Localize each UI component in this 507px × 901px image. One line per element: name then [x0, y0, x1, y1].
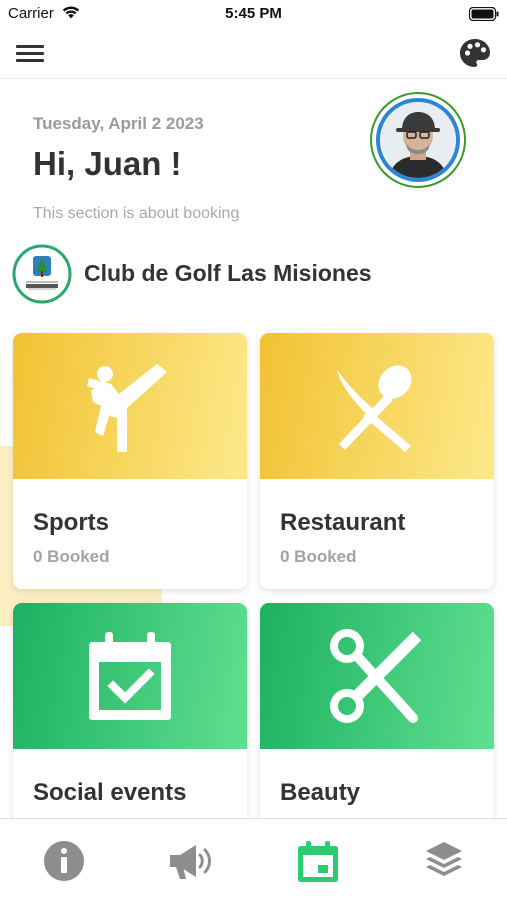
theme-button[interactable]: [459, 38, 491, 68]
sports-card-title: Sports: [33, 509, 110, 536]
info-icon: [44, 841, 84, 881]
tab-announcements[interactable]: [168, 839, 212, 883]
restaurant-card[interactable]: Restaurant 0 Booked: [260, 333, 494, 589]
status-time: 5:45 PM: [225, 5, 282, 22]
layers-icon: [426, 842, 462, 876]
calendar-icon: [298, 841, 338, 882]
status-bar: Carrier 5:45 PM: [0, 0, 507, 28]
greeting-title: Hi, Juan !: [33, 145, 182, 182]
menu-button[interactable]: [14, 40, 46, 66]
section-description: This section is about booking: [33, 205, 240, 222]
bottom-tab-bar: [0, 818, 507, 901]
scissors-icon: [330, 629, 422, 723]
restaurant-card-title: Restaurant: [280, 509, 406, 536]
sports-card-banner: [13, 333, 247, 479]
tab-info[interactable]: [42, 839, 86, 883]
restaurant-card-banner: [260, 333, 494, 479]
martial-arts-kick-icon: [87, 364, 167, 452]
club-logo: [12, 244, 72, 304]
avatar[interactable]: [370, 92, 466, 188]
knife-spoon-icon: [337, 365, 412, 452]
club-name: Club de Golf Las Misiones: [84, 260, 372, 286]
megaphone-icon: [170, 845, 211, 879]
calendar-check-icon: [89, 632, 171, 720]
tab-more[interactable]: [422, 839, 466, 883]
nav-bar: [0, 28, 507, 79]
social-events-card-banner: [13, 603, 247, 749]
sports-card[interactable]: Sports 0 Booked: [13, 333, 247, 589]
social-events-card-title: Social events: [33, 779, 187, 806]
beauty-card-banner: [260, 603, 494, 749]
current-date: Tuesday, April 2 2023: [33, 114, 204, 133]
sports-card-booked-count: 0 Booked: [33, 547, 110, 566]
palette-icon: [460, 39, 490, 67]
tab-bookings[interactable]: [296, 839, 340, 883]
battery-icon: [468, 6, 499, 26]
beauty-card-title: Beauty: [280, 779, 361, 806]
restaurant-card-booked-count: 0 Booked: [280, 547, 357, 566]
